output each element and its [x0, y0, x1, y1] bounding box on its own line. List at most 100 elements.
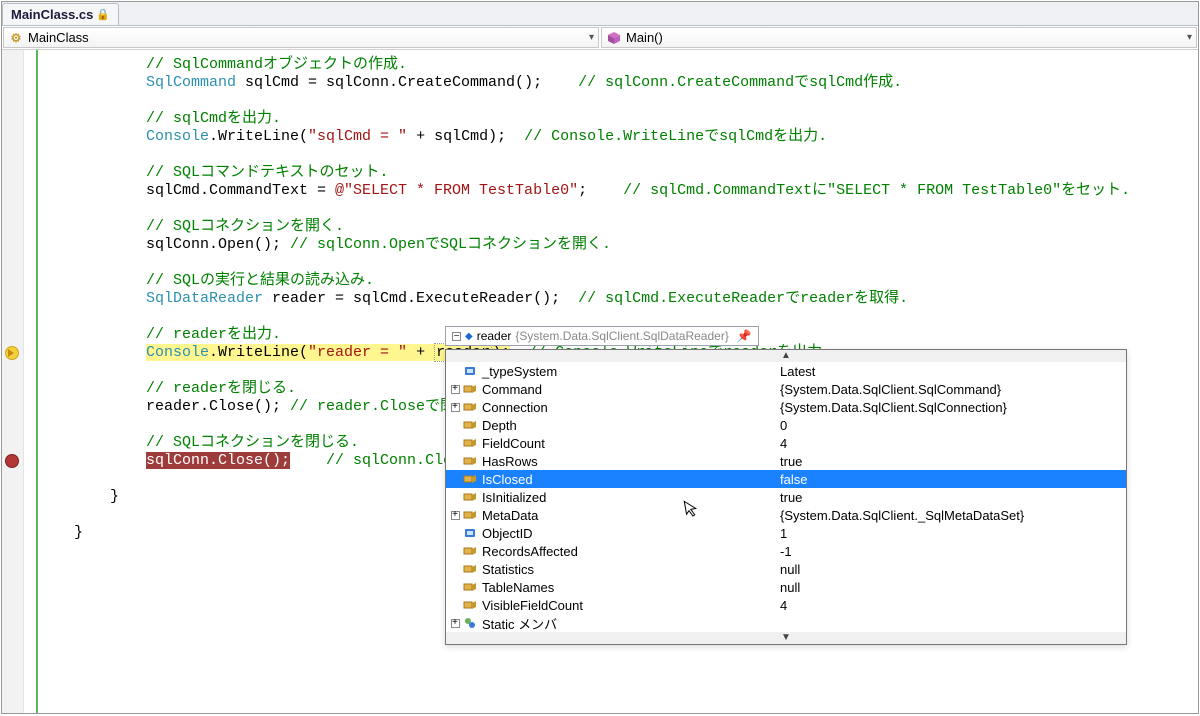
- fold-column[interactable]: [24, 50, 38, 713]
- code-token: "sqlCmd = ": [308, 128, 407, 145]
- property-icon: [462, 399, 478, 415]
- tab-mainclass[interactable]: MainClass.cs 🔒: [2, 3, 119, 25]
- code-line[interactable]: // SQLコマンドテキストのセット.: [38, 164, 1198, 182]
- inspector-row[interactable]: FieldCount4: [446, 434, 1126, 452]
- code-line[interactable]: [38, 308, 1198, 326]
- inspector-prop-name: MetaData: [482, 508, 780, 523]
- code-line[interactable]: // SQLコネクションを開く.: [38, 218, 1198, 236]
- chevron-down-icon: ▾: [1187, 32, 1192, 43]
- code-token: Console: [146, 128, 209, 145]
- class-combo[interactable]: ⚙ MainClass ▾: [3, 27, 599, 48]
- inspector-row[interactable]: TableNamesnull: [446, 578, 1126, 596]
- code-token: reader = sqlCmd.ExecuteReader();: [263, 290, 578, 307]
- inspector-row[interactable]: IsInitializedtrue: [446, 488, 1126, 506]
- code-token: // sqlCmdを出力.: [146, 110, 281, 127]
- inspector-prop-name: HasRows: [482, 454, 780, 469]
- code-token: // SQLの実行と結果の読み込み.: [146, 272, 374, 289]
- class-combo-label: MainClass: [28, 30, 89, 45]
- inspector-row[interactable]: +Command{System.Data.SqlClient.SqlComman…: [446, 380, 1126, 398]
- inspector-prop-value: 1: [780, 526, 1126, 541]
- static-members-icon: [462, 615, 478, 631]
- code-line[interactable]: sqlConn.Open(); // sqlConn.OpenでSQLコネクショ…: [38, 236, 1198, 254]
- pin-icon[interactable]: 📌: [737, 329, 752, 343]
- inspector-prop-value: {System.Data.SqlClient._SqlMetaDataSet}: [780, 508, 1126, 523]
- code-token: "reader = ": [308, 344, 407, 361]
- field-icon: [462, 363, 478, 379]
- member-combo-label: Main(): [626, 30, 663, 45]
- code-line[interactable]: SqlCommand sqlCmd = sqlConn.CreateComman…: [38, 74, 1198, 92]
- tooltip-type: {System.Data.SqlClient.SqlDataReader}: [515, 329, 728, 343]
- code-token: // sqlConn.OpenでSQLコネクションを開く.: [290, 236, 611, 253]
- inspector-row[interactable]: +Connection{System.Data.SqlClient.SqlCon…: [446, 398, 1126, 416]
- code-line[interactable]: Console.WriteLine("sqlCmd = " + sqlCmd);…: [38, 128, 1198, 146]
- member-combo[interactable]: Main() ▾: [601, 27, 1197, 48]
- code-line[interactable]: sqlCmd.CommandText = @"SELECT * FROM Tes…: [38, 182, 1198, 200]
- code-token: [290, 452, 326, 469]
- inspector-row[interactable]: Depth0: [446, 416, 1126, 434]
- code-token: sqlCmd = sqlConn.CreateCommand();: [236, 74, 578, 91]
- code-line[interactable]: // SqlCommandオブジェクトの作成.: [38, 56, 1198, 74]
- tab-title: MainClass.cs: [11, 7, 93, 22]
- inspector-prop-name: TableNames: [482, 580, 780, 595]
- code-line[interactable]: // SQLの実行と結果の読み込み.: [38, 272, 1198, 290]
- chevron-down-icon: ▾: [589, 32, 594, 43]
- inspector-row[interactable]: +Static メンバ: [446, 614, 1126, 632]
- inspector-prop-name: IsClosed: [482, 472, 780, 487]
- code-line[interactable]: [38, 92, 1198, 110]
- expand-icon[interactable]: +: [448, 618, 462, 629]
- inspector-prop-name: Connection: [482, 400, 780, 415]
- property-icon: [462, 489, 478, 505]
- data-tip-popup[interactable]: ▲ _typeSystemLatest+Command{System.Data.…: [445, 349, 1127, 645]
- scroll-up-icon[interactable]: ▲: [446, 350, 1126, 362]
- data-tip-header[interactable]: − ◆ reader {System.Data.SqlClient.SqlDat…: [445, 326, 759, 346]
- property-icon: [462, 561, 478, 577]
- code-token: }: [110, 488, 119, 505]
- breakpoint-gutter[interactable]: [2, 50, 24, 713]
- scroll-down-icon[interactable]: ▼: [446, 632, 1126, 644]
- inspector-row[interactable]: + MetaData{System.Data.SqlClient._SqlMeta…: [446, 506, 1126, 524]
- property-icon: [462, 435, 478, 451]
- inspector-prop-value: -1: [780, 544, 1126, 559]
- code-line[interactable]: [38, 200, 1198, 218]
- expand-icon[interactable]: +: [448, 384, 462, 395]
- code-token: + sqlCmd);: [407, 128, 524, 145]
- code-line[interactable]: // sqlCmdを出力.: [38, 110, 1198, 128]
- inspector-prop-value: Latest: [780, 364, 1126, 379]
- code-token: @"SELECT * FROM TestTable0": [335, 182, 578, 199]
- inspector-row[interactable]: HasRowstrue: [446, 452, 1126, 470]
- property-icon: [462, 579, 478, 595]
- property-icon: [462, 507, 478, 523]
- lock-icon: 🔒: [96, 8, 110, 21]
- code-token: Console: [146, 344, 209, 361]
- inspector-row[interactable]: VisibleFieldCount4: [446, 596, 1126, 614]
- code-token: sqlCmd.CommandText =: [146, 182, 335, 199]
- inspector-prop-name: IsInitialized: [482, 490, 780, 505]
- inspector-row[interactable]: ObjectID1: [446, 524, 1126, 542]
- property-icon: [462, 381, 478, 397]
- inspector-prop-name: Depth: [482, 418, 780, 433]
- property-icon: [462, 597, 478, 613]
- code-token: // SQLコネクションを開く.: [146, 218, 344, 235]
- code-token: ;: [578, 182, 623, 199]
- inspector-prop-name: Statistics: [482, 562, 780, 577]
- inspector-prop-value: null: [780, 562, 1126, 577]
- expand-icon[interactable]: +: [448, 510, 462, 521]
- inspector-row[interactable]: IsClosedfalse: [446, 470, 1126, 488]
- expand-icon[interactable]: +: [448, 402, 462, 413]
- navigation-combos: ⚙ MainClass ▾ Main() ▾: [2, 26, 1198, 50]
- property-icon: [462, 453, 478, 469]
- code-line[interactable]: [38, 254, 1198, 272]
- code-token: SqlDataReader: [146, 290, 263, 307]
- current-statement-marker[interactable]: [5, 346, 19, 360]
- inspector-prop-name: VisibleFieldCount: [482, 598, 780, 613]
- minus-icon[interactable]: −: [452, 332, 461, 341]
- property-icon: [462, 417, 478, 433]
- inspector-row[interactable]: Statisticsnull: [446, 560, 1126, 578]
- code-line[interactable]: [38, 146, 1198, 164]
- inspector-row[interactable]: RecordsAffected-1: [446, 542, 1126, 560]
- inspector-row[interactable]: _typeSystemLatest: [446, 362, 1126, 380]
- code-line[interactable]: SqlDataReader reader = sqlCmd.ExecuteRea…: [38, 290, 1198, 308]
- inspector-prop-value: 4: [780, 436, 1126, 451]
- property-icon: [462, 543, 478, 559]
- breakpoint-marker[interactable]: [5, 454, 19, 468]
